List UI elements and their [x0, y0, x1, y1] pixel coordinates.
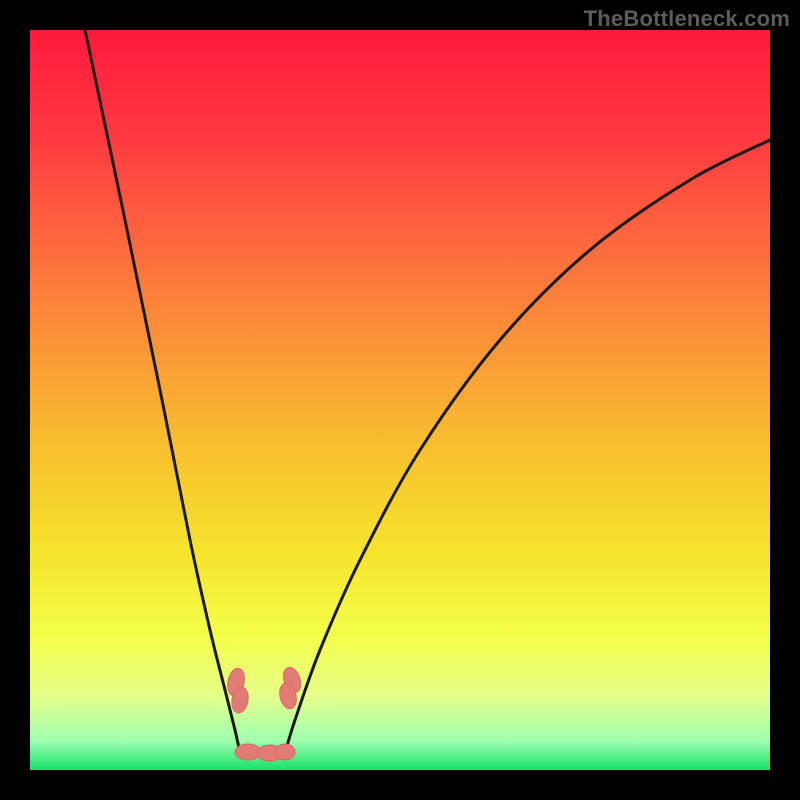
watermark: TheBottleneck.com — [584, 6, 790, 32]
bottleneck-curve — [30, 30, 770, 770]
curve-right-branch — [285, 140, 770, 753]
curve-left-branch — [85, 30, 240, 753]
bead-marker — [275, 744, 295, 760]
